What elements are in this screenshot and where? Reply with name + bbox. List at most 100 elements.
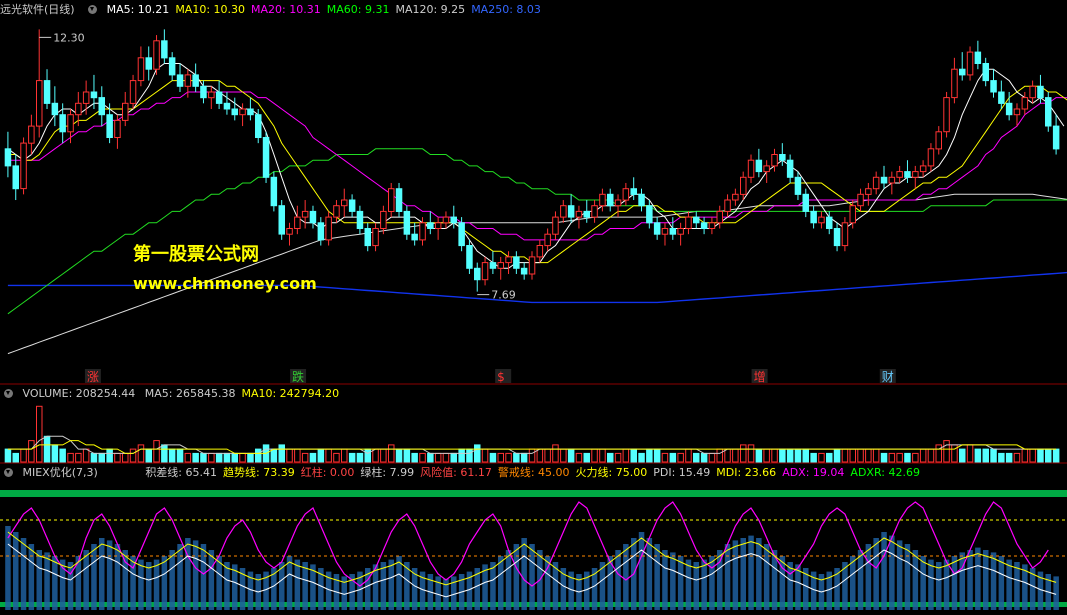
candle-body	[1005, 102, 1013, 116]
candle-body	[880, 176, 888, 184]
volume-bar	[497, 452, 504, 463]
volume-bar	[1037, 448, 1044, 463]
candle-body	[403, 210, 411, 235]
candle-body	[607, 193, 614, 207]
candle-body	[826, 216, 833, 230]
volume-bar	[990, 448, 997, 463]
indicator-bar	[99, 538, 105, 610]
candle-body	[685, 216, 692, 230]
indicator-bar	[498, 556, 504, 610]
volume-bar	[317, 448, 325, 463]
indicator-bar	[1014, 562, 1020, 610]
candle-body	[43, 80, 51, 104]
candle-body	[262, 137, 270, 178]
signal-marker: 财	[882, 370, 894, 384]
volume-bar	[779, 448, 786, 463]
candle-body	[481, 262, 489, 281]
volume-bar	[935, 444, 942, 463]
indicator-bar	[740, 538, 746, 610]
volume-bar	[966, 444, 974, 463]
volume-bar	[700, 452, 708, 463]
indicator-bar	[975, 547, 981, 610]
candle-body	[51, 102, 59, 116]
candle-body	[223, 102, 231, 110]
volume-bar	[677, 452, 684, 463]
volume-bar	[4, 448, 12, 463]
volume-bar	[802, 448, 809, 463]
volume-bar	[638, 452, 645, 463]
volume-bar	[450, 452, 457, 463]
volume-bar	[685, 448, 692, 463]
candle-body	[348, 199, 356, 212]
indicator-bar	[787, 562, 793, 610]
volume-bar	[951, 444, 958, 463]
volume-bar	[419, 452, 426, 463]
candle-body	[935, 131, 942, 150]
indicator-bar	[13, 532, 19, 610]
signal-marker: 增	[754, 370, 766, 384]
volume-bar	[716, 448, 723, 463]
candle-body	[904, 171, 911, 178]
candle-body	[301, 210, 309, 218]
candle-body	[395, 188, 403, 212]
volume-bar	[380, 448, 387, 463]
candle-body	[90, 91, 98, 99]
indicator-bar	[5, 526, 11, 610]
volume-bar	[12, 452, 19, 463]
candle-body	[959, 68, 966, 76]
indicator-bar	[161, 556, 168, 610]
candle-body	[927, 148, 935, 167]
volume-bar	[145, 448, 152, 463]
indicator-bar	[748, 535, 754, 610]
indicator-bar	[208, 550, 215, 610]
volume-bar	[192, 452, 199, 463]
volume-bar	[810, 452, 817, 463]
candle-body	[567, 205, 575, 218]
indicator-top-band	[0, 490, 1067, 497]
volume-bar	[888, 452, 896, 463]
volume-bar	[583, 452, 590, 463]
indicator-bar	[224, 562, 230, 610]
indicator-bar	[959, 552, 965, 610]
candle-body	[912, 171, 919, 178]
candle-body	[380, 210, 387, 229]
volume-bar	[255, 448, 262, 463]
stock-chart[interactable]: 12.30 7.69 涨 跌 $ 增 财	[0, 0, 1067, 615]
candle-body	[544, 233, 551, 247]
indicator-bar	[865, 544, 872, 610]
candle-body	[599, 193, 606, 207]
candle-body	[552, 216, 559, 235]
volume-bar	[474, 444, 481, 463]
indicator-bar	[106, 540, 113, 610]
candle-body	[333, 205, 340, 218]
candle-body	[75, 102, 82, 116]
indicator-bar	[717, 550, 723, 610]
candle-body	[724, 199, 731, 212]
candle-body	[833, 228, 841, 247]
candle-body	[20, 142, 27, 190]
candle-body	[583, 210, 590, 218]
indicator-bar	[701, 559, 707, 610]
volume-bar	[849, 448, 856, 463]
candle-body	[239, 108, 246, 116]
volume-bar	[661, 452, 669, 463]
volume-bar	[872, 448, 880, 463]
candle-body	[208, 91, 215, 99]
volume-bar	[20, 448, 27, 463]
signal-marker: $	[497, 370, 505, 384]
volume-bar	[528, 448, 536, 463]
indicator-bar	[302, 562, 308, 610]
volume-bar	[82, 448, 90, 463]
signal-marker: 涨	[87, 369, 99, 384]
candle-body	[122, 102, 129, 121]
candle-body	[513, 256, 520, 269]
volume-bar	[552, 444, 559, 463]
volume-bar	[348, 452, 356, 463]
candle-body	[896, 171, 903, 178]
volume-bar	[818, 452, 825, 463]
volume-bar	[481, 448, 489, 463]
candle-body	[732, 193, 739, 201]
volume-bar	[912, 452, 919, 463]
volume-bar	[411, 452, 418, 463]
volume-bar	[786, 448, 794, 463]
